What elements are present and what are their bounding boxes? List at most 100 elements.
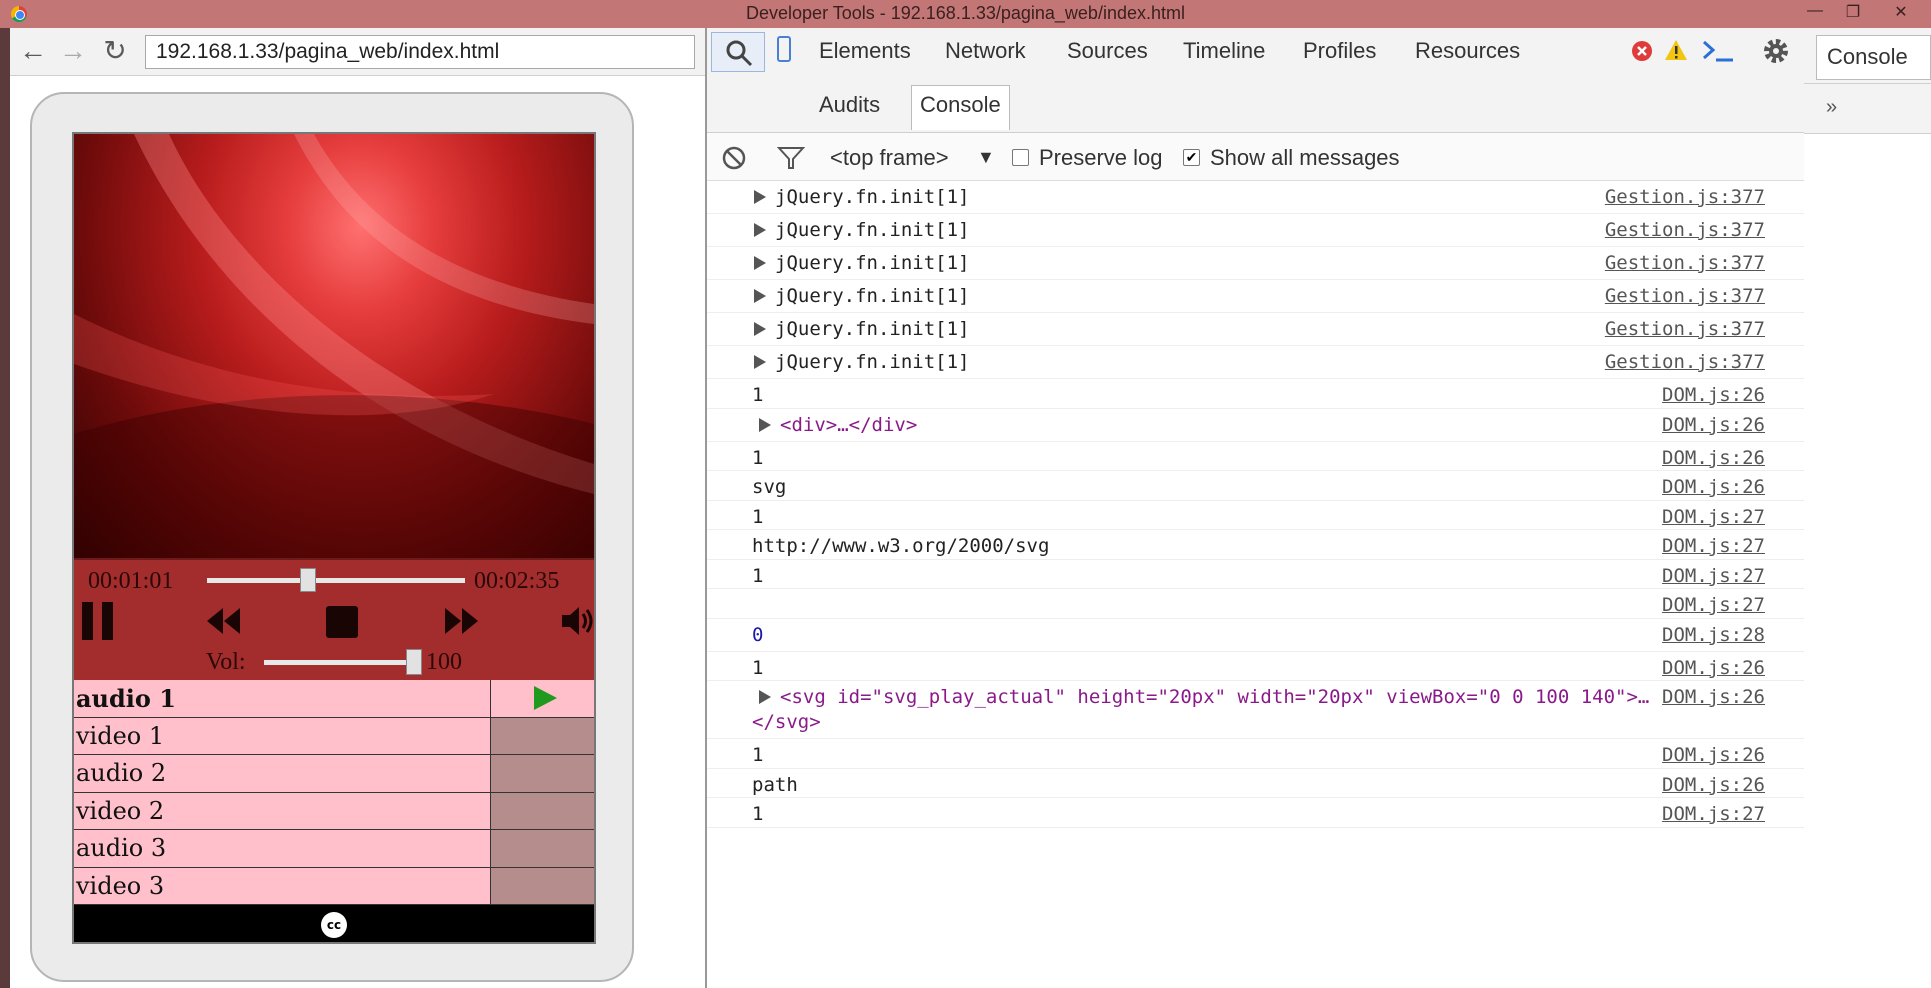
reload-icon[interactable]: ↻ xyxy=(100,37,130,67)
tab-network[interactable]: Network xyxy=(945,38,1026,64)
playlist-item[interactable]: video 2 xyxy=(74,792,594,830)
console-source-link[interactable]: DOM.js:27 xyxy=(1662,594,1765,616)
error-icon[interactable] xyxy=(1631,40,1653,62)
playlist-item-label: video 2 xyxy=(76,796,165,825)
more-tabs-icon[interactable]: » xyxy=(1826,96,1837,119)
gear-icon[interactable] xyxy=(1760,35,1792,67)
console-message: 1 xyxy=(752,446,764,469)
tab-resources[interactable]: Resources xyxy=(1415,38,1520,64)
drawer-tabbar: Console xyxy=(1804,28,1931,84)
console-log-row[interactable]: jQuery.fn.init[1] Gestion.js:377 xyxy=(707,280,1806,313)
console-log-row[interactable]: jQuery.fn.init[1] Gestion.js:377 xyxy=(707,247,1806,280)
warning-icon[interactable] xyxy=(1664,39,1688,61)
console-source-link[interactable]: DOM.js:26 xyxy=(1662,744,1765,766)
console-log-row[interactable]: <svg id="svg_play_actual" height="20px" … xyxy=(707,681,1806,739)
expand-triangle-icon[interactable] xyxy=(754,289,766,303)
console-source-link[interactable]: Gestion.js:377 xyxy=(1605,285,1765,307)
console-source-link[interactable]: Gestion.js:377 xyxy=(1605,219,1765,241)
maximize-button[interactable]: ❐ xyxy=(1838,2,1868,24)
console-log-row[interactable]: path DOM.js:26 xyxy=(707,769,1806,798)
tab-profiles[interactable]: Profiles xyxy=(1303,38,1376,64)
rewind-icon[interactable] xyxy=(206,604,242,644)
console-log-row[interactable]: DOM.js:27 xyxy=(707,589,1806,619)
drawer-tab-console[interactable]: Console xyxy=(1816,35,1931,80)
stop-icon[interactable] xyxy=(324,604,360,644)
playlist-item[interactable]: video 1 xyxy=(74,717,594,755)
tab-sources[interactable]: Sources xyxy=(1067,38,1148,64)
tab-audits[interactable]: Audits xyxy=(819,92,880,118)
clear-console-icon[interactable] xyxy=(721,145,747,171)
volume-slider[interactable] xyxy=(264,660,414,665)
cc-icon[interactable]: cc xyxy=(321,912,347,938)
tab-console[interactable]: Console xyxy=(911,85,1010,130)
show-all-messages-checkbox[interactable]: ✔ xyxy=(1183,149,1200,166)
pause-icon[interactable] xyxy=(80,600,120,640)
expand-triangle-icon[interactable] xyxy=(754,355,766,369)
seek-bar[interactable] xyxy=(207,578,465,583)
console-log-row[interactable]: jQuery.fn.init[1] Gestion.js:377 xyxy=(707,214,1806,247)
video-area[interactable] xyxy=(74,134,594,558)
expand-triangle-icon[interactable] xyxy=(754,223,766,237)
console-source-link[interactable]: DOM.js:27 xyxy=(1662,565,1765,587)
forward-arrow-icon[interactable]: → xyxy=(58,37,88,67)
expand-triangle-icon[interactable] xyxy=(759,417,771,432)
console-drawer-icon[interactable] xyxy=(1701,37,1735,65)
volume-label: Vol: xyxy=(206,649,246,675)
console-source-link[interactable]: DOM.js:27 xyxy=(1662,803,1765,825)
close-button[interactable]: ✕ xyxy=(1886,2,1916,24)
console-log-row[interactable]: 1 DOM.js:26 xyxy=(707,442,1806,471)
back-arrow-icon[interactable]: ← xyxy=(18,37,48,67)
inspect-search-button[interactable] xyxy=(711,32,765,72)
console-source-link[interactable]: DOM.js:26 xyxy=(1662,414,1765,436)
console-log-row[interactable]: svg DOM.js:26 xyxy=(707,471,1806,501)
filter-icon[interactable] xyxy=(777,145,805,171)
console-source-link[interactable]: DOM.js:27 xyxy=(1662,535,1765,557)
console-log-row[interactable]: 1 DOM.js:26 xyxy=(707,652,1806,681)
volume-thumb[interactable] xyxy=(406,649,422,675)
playlist-item-label: audio 3 xyxy=(76,834,167,862)
console-source-link[interactable]: Gestion.js:377 xyxy=(1605,351,1765,373)
console-log-row[interactable]: jQuery.fn.init[1] Gestion.js:377 xyxy=(707,346,1806,379)
device-mode-icon[interactable] xyxy=(777,36,791,62)
console-source-link[interactable]: DOM.js:26 xyxy=(1662,686,1765,708)
playlist-item[interactable]: audio 2 xyxy=(74,755,594,793)
console-source-link[interactable]: Gestion.js:377 xyxy=(1605,252,1765,274)
console-log-row[interactable]: 1 DOM.js:27 xyxy=(707,501,1806,530)
console-source-link[interactable]: DOM.js:26 xyxy=(1662,657,1765,679)
console-log-row[interactable]: 0 DOM.js:28 xyxy=(707,619,1806,652)
playlist-item[interactable]: video 3 xyxy=(74,867,594,905)
console-source-link[interactable]: DOM.js:27 xyxy=(1662,506,1765,528)
address-bar[interactable]: 192.168.1.33/pagina_web/index.html xyxy=(145,35,695,69)
preserve-log-checkbox[interactable] xyxy=(1012,149,1029,166)
console-source-link[interactable]: DOM.js:26 xyxy=(1662,774,1765,796)
console-log-row[interactable]: http://www.w3.org/2000/svg DOM.js:27 xyxy=(707,530,1806,560)
console-source-link[interactable]: DOM.js:26 xyxy=(1662,384,1765,406)
console-source-link[interactable]: DOM.js:26 xyxy=(1662,476,1765,498)
console-source-link[interactable]: Gestion.js:377 xyxy=(1605,318,1765,340)
console-log-row[interactable]: <div>…</div> DOM.js:26 xyxy=(707,409,1806,442)
console-log-row[interactable]: 1 DOM.js:27 xyxy=(707,798,1806,828)
volume-icon[interactable] xyxy=(560,604,594,644)
expand-triangle-icon[interactable] xyxy=(754,256,766,270)
minimize-button[interactable]: — xyxy=(1800,2,1830,24)
expand-triangle-icon[interactable] xyxy=(754,190,766,204)
tab-timeline[interactable]: Timeline xyxy=(1183,38,1265,64)
console-log-row[interactable]: 1 DOM.js:26 xyxy=(707,739,1806,769)
playlist-item[interactable]: audio 3 xyxy=(74,830,594,868)
console-source-link[interactable]: DOM.js:28 xyxy=(1662,624,1765,646)
desktop-edge xyxy=(0,28,10,988)
chevron-down-icon[interactable]: ▼ xyxy=(977,147,995,168)
console-log-row[interactable]: jQuery.fn.init[1] Gestion.js:377 xyxy=(707,181,1806,214)
console-log-row[interactable]: 1 DOM.js:27 xyxy=(707,560,1806,589)
fast-forward-icon[interactable] xyxy=(444,604,480,644)
console-source-link[interactable]: Gestion.js:377 xyxy=(1605,186,1765,208)
frame-selector[interactable]: <top frame> xyxy=(830,145,949,171)
playlist-item[interactable]: audio 1 xyxy=(74,680,594,718)
seek-thumb[interactable] xyxy=(299,568,316,592)
expand-triangle-icon[interactable] xyxy=(759,690,771,704)
console-source-link[interactable]: DOM.js:26 xyxy=(1662,447,1765,469)
expand-triangle-icon[interactable] xyxy=(754,322,766,336)
console-log-row[interactable]: 1 DOM.js:26 xyxy=(707,379,1806,409)
tab-elements[interactable]: Elements xyxy=(819,38,911,64)
console-log-row[interactable]: jQuery.fn.init[1] Gestion.js:377 xyxy=(707,313,1806,346)
